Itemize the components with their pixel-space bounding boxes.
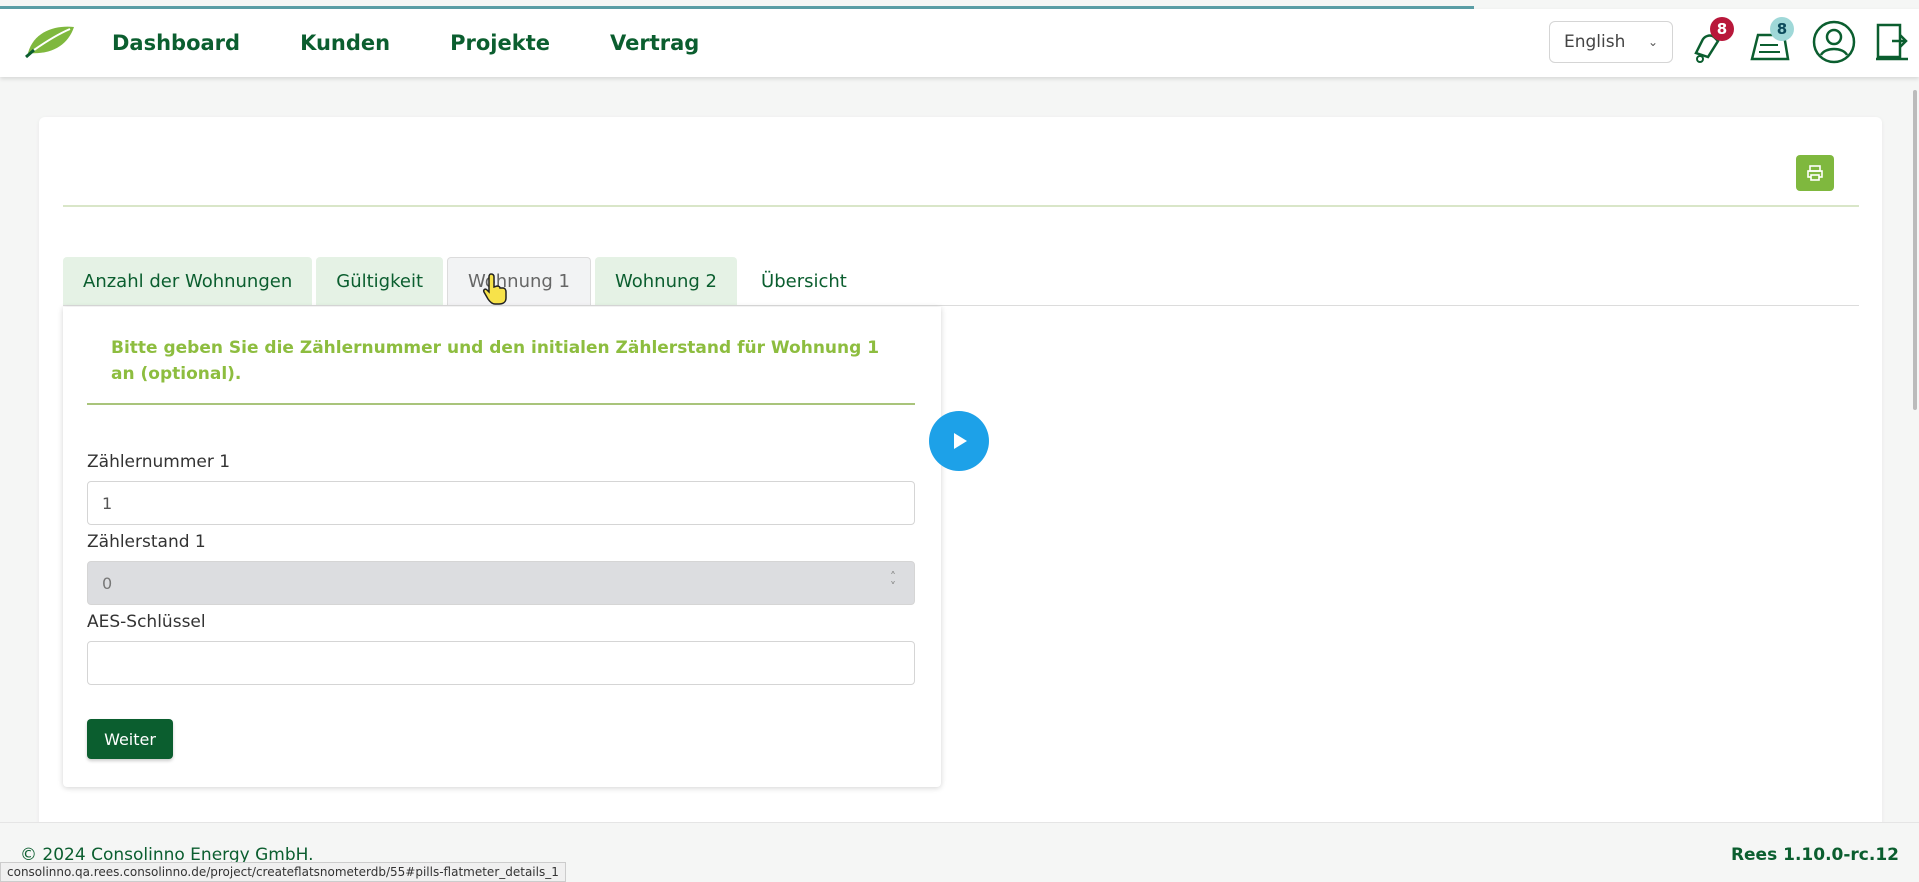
- main-nav: Dashboard Kunden Projekte Vertrag: [112, 9, 699, 77]
- notifications-button[interactable]: 8: [1688, 17, 1734, 65]
- tab-uebersicht[interactable]: Übersicht: [741, 257, 867, 305]
- play-icon: [954, 433, 967, 449]
- tab-wohnung-2[interactable]: Wohnung 2: [595, 257, 738, 305]
- language-value: English: [1564, 32, 1626, 52]
- meter-reading-value: 0: [102, 573, 113, 593]
- tab-wohnung-1[interactable]: Wohnung 1: [447, 257, 592, 305]
- notifications-badge: 8: [1710, 17, 1734, 41]
- user-icon: [1812, 20, 1856, 64]
- tab-bar: Anzahl der Wohnungen Gültigkeit Wohnung …: [63, 257, 1859, 306]
- card-divider: [63, 205, 1859, 207]
- nav-kunden[interactable]: Kunden: [300, 31, 390, 55]
- printer-icon: [1807, 165, 1823, 181]
- page-scrollbar[interactable]: [1913, 90, 1917, 410]
- print-button[interactable]: [1796, 155, 1834, 191]
- video-play-button[interactable]: [929, 411, 989, 471]
- footer-version: Rees 1.10.0-rc.12: [1730, 845, 1899, 865]
- form-divider: [87, 403, 915, 405]
- number-spinner-icon: ˄ ˅: [890, 570, 896, 594]
- language-select[interactable]: English ⌄: [1549, 21, 1673, 63]
- tab-anzahl-der-wohnungen[interactable]: Anzahl der Wohnungen: [63, 257, 313, 305]
- messages-button[interactable]: 8: [1748, 17, 1794, 65]
- hand-pointer-cursor-icon: [483, 273, 507, 305]
- meter-number-label: Zählernummer 1: [87, 452, 231, 472]
- flat-meter-form: Bitte geben Sie die Zählernummer und den…: [63, 307, 941, 787]
- leaf-logo-icon[interactable]: [24, 23, 78, 59]
- user-profile-button[interactable]: [1811, 19, 1857, 65]
- browser-status-url: consolinno.qa.rees.consolinno.de/project…: [0, 862, 566, 882]
- meter-reading-label: Zählerstand 1: [87, 532, 206, 552]
- nav-projekte[interactable]: Projekte: [450, 31, 550, 55]
- nav-dashboard[interactable]: Dashboard: [112, 31, 240, 55]
- door-exit-icon: [1876, 23, 1908, 61]
- aes-key-input[interactable]: [87, 641, 915, 685]
- main-card: Anzahl der Wohnungen Gültigkeit Wohnung …: [39, 117, 1882, 837]
- messages-badge: 8: [1770, 17, 1794, 41]
- aes-key-label: AES-Schlüssel: [87, 612, 206, 632]
- meter-number-input[interactable]: [87, 481, 915, 525]
- form-heading: Bitte geben Sie die Zählernummer und den…: [111, 338, 880, 384]
- tab-gueltigkeit[interactable]: Gültigkeit: [316, 257, 444, 305]
- meter-reading-input[interactable]: 0 ˄ ˅: [87, 561, 915, 605]
- top-navbar: Dashboard Kunden Projekte Vertrag Englis…: [0, 9, 1919, 77]
- chevron-down-icon: ⌄: [1647, 35, 1658, 49]
- nav-vertrag[interactable]: Vertrag: [610, 31, 699, 55]
- weiter-button[interactable]: Weiter: [87, 719, 173, 759]
- logout-button[interactable]: [1872, 19, 1918, 65]
